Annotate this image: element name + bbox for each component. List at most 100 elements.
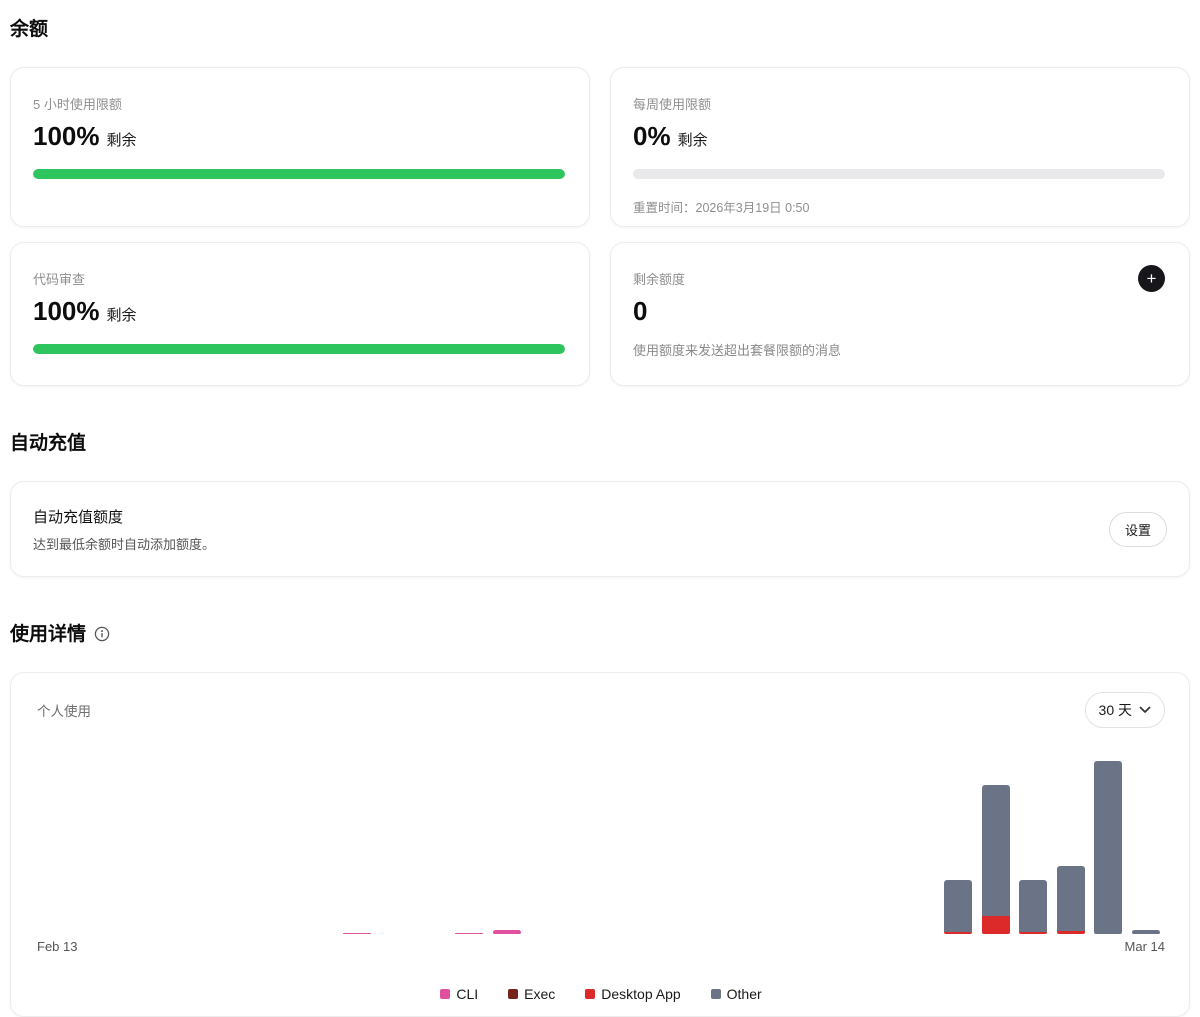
- x-axis-first-label: Feb 13: [37, 939, 78, 954]
- balance-heading-text: 余额: [10, 19, 49, 40]
- chart-bar-slot: [451, 759, 489, 934]
- auto-recharge-setup-button[interactable]: 设置: [1108, 511, 1167, 547]
- weekly-limit-value: 0%: [633, 121, 671, 151]
- chart-bar-segment: [455, 933, 484, 934]
- five-hour-progress-fill: [33, 168, 565, 179]
- auto-recharge-heading-text: 自动充值: [10, 433, 87, 454]
- chart-bar-slot: [526, 759, 564, 934]
- chart-bar-segment: [1019, 932, 1048, 934]
- usage-heading: 使用详情: [10, 619, 1190, 646]
- five-hour-progress-track: [33, 168, 565, 179]
- chart-bar-slot: [150, 759, 188, 934]
- chart-bar-segment: [944, 880, 973, 932]
- chart-legend: CLI Exec Desktop App Other: [37, 986, 1165, 1002]
- chart-bar-segment: [1056, 931, 1085, 934]
- chart-x-axis: Feb 13 Mar 14: [37, 939, 1165, 956]
- five-hour-limit-value: 100%: [33, 121, 100, 151]
- chart-bar-slot: [413, 759, 451, 934]
- chart-bar-slot: [338, 759, 376, 934]
- chart-bar-slot: [826, 759, 864, 934]
- chart-bar-segment: [944, 932, 973, 934]
- chart-bar-slot: [112, 759, 150, 934]
- legend-item: Other: [710, 986, 762, 1002]
- weekly-progress-track: [633, 168, 1165, 179]
- weekly-limit-card: 每周使用限额 0% 剩余 重置时间：2026年3月19日 0:50: [610, 67, 1190, 227]
- chart-bar-slot: [751, 759, 789, 934]
- chart-bar-segment: [492, 930, 521, 934]
- chart-bar-slot: [977, 759, 1015, 934]
- chart-bar-slot: [639, 759, 677, 934]
- chart-bar-slot: [601, 759, 639, 934]
- legend-label: Desktop App: [601, 986, 681, 1002]
- chart-bar[interactable]: [455, 933, 484, 934]
- legend-label: CLI: [456, 986, 479, 1002]
- weekly-limit-suffix: 剩余: [677, 132, 708, 149]
- chart-bar-slot: [1090, 759, 1128, 934]
- x-axis-last-label: Mar 14: [1124, 939, 1165, 954]
- chart-bar[interactable]: [944, 880, 973, 934]
- auto-recharge-description: 达到最低余额时自动添加额度。: [33, 536, 216, 552]
- chart-bar-segment: [981, 916, 1010, 934]
- auto-recharge-texts: 自动充值额度 达到最低余额时自动添加额度。: [33, 506, 215, 553]
- code-review-value: 100%: [33, 296, 100, 326]
- chart-title: 个人使用: [37, 704, 91, 719]
- chart-bar[interactable]: [1094, 761, 1123, 934]
- chart-bar-segment: [1019, 880, 1048, 932]
- auto-recharge-title: 自动充值额度: [33, 508, 124, 526]
- auto-recharge-card: 自动充值额度 达到最低余额时自动添加额度。 设置: [10, 481, 1190, 577]
- extra-credits-card: + 剩余额度 0 使用额度来发送超出套餐限额的消息: [610, 242, 1190, 386]
- chart-bar[interactable]: [342, 933, 371, 934]
- chart-bar-slot: [902, 759, 940, 934]
- chart-bar-segment: [342, 933, 371, 934]
- five-hour-limit-suffix: 剩余: [106, 132, 137, 149]
- chart-bar-slot: [375, 759, 413, 934]
- code-review-label: 代码审查: [33, 272, 86, 287]
- chevron-down-icon: [1139, 706, 1151, 714]
- chart-bar-slot: [1052, 759, 1090, 934]
- chart-bar-slot: [939, 759, 977, 934]
- add-credits-button[interactable]: +: [1138, 265, 1165, 292]
- legend-item: CLI: [440, 986, 478, 1002]
- chart-bar-slot: [789, 759, 827, 934]
- extra-credits-value: 0: [633, 296, 648, 326]
- five-hour-limit-card: 5 小时使用限额 100% 剩余: [10, 67, 590, 227]
- chart-bar[interactable]: [1019, 880, 1048, 934]
- chart-plot: [37, 759, 1165, 934]
- balance-cards-grid: 5 小时使用限额 100% 剩余 每周使用限额 0% 剩余 重置时间：2026年…: [10, 67, 1190, 386]
- chart-header: 个人使用 30 天: [37, 692, 1165, 728]
- chart-bar-slot: [75, 759, 113, 934]
- chart-bar-slot: [37, 759, 75, 934]
- date-range-selector[interactable]: 30 天: [1084, 692, 1165, 728]
- legend-label: Other: [726, 986, 762, 1002]
- chart-bar-slot: [263, 759, 301, 934]
- chart-bar-segment: [981, 785, 1010, 916]
- info-icon[interactable]: [94, 626, 110, 642]
- chart-bar[interactable]: [1056, 866, 1085, 934]
- usage-heading-text: 使用详情: [10, 624, 87, 645]
- chart-bar-slot: [676, 759, 714, 934]
- auto-recharge-heading: 自动充值: [10, 428, 1190, 455]
- five-hour-limit-label: 5 小时使用限额: [33, 97, 122, 112]
- chart-bar-slot: [1014, 759, 1052, 934]
- legend-swatch: [710, 989, 721, 999]
- chart-bar[interactable]: [492, 930, 521, 934]
- chart-bar-slot: [225, 759, 263, 934]
- legend-item: Exec: [508, 986, 555, 1002]
- legend-swatch: [440, 989, 451, 999]
- chart-bar-slot: [563, 759, 601, 934]
- chart-bar-segment: [1132, 930, 1161, 934]
- chart-bar[interactable]: [1132, 930, 1161, 934]
- chart-bar-segment: [1056, 866, 1085, 931]
- chart-bar[interactable]: [981, 785, 1010, 934]
- weekly-limit-label: 每周使用限额: [633, 97, 712, 112]
- chart-bar-slot: [1127, 759, 1165, 934]
- legend-swatch: [508, 989, 519, 999]
- extra-credits-label: 剩余额度: [633, 272, 686, 287]
- chart-bar-slot: [300, 759, 338, 934]
- date-range-label: 30 天: [1098, 702, 1132, 718]
- code-review-progress-track: [33, 343, 565, 354]
- legend-swatch: [585, 989, 596, 999]
- chart-bar-slot: [187, 759, 225, 934]
- plus-icon: +: [1146, 269, 1157, 288]
- code-review-progress-fill: [33, 343, 565, 354]
